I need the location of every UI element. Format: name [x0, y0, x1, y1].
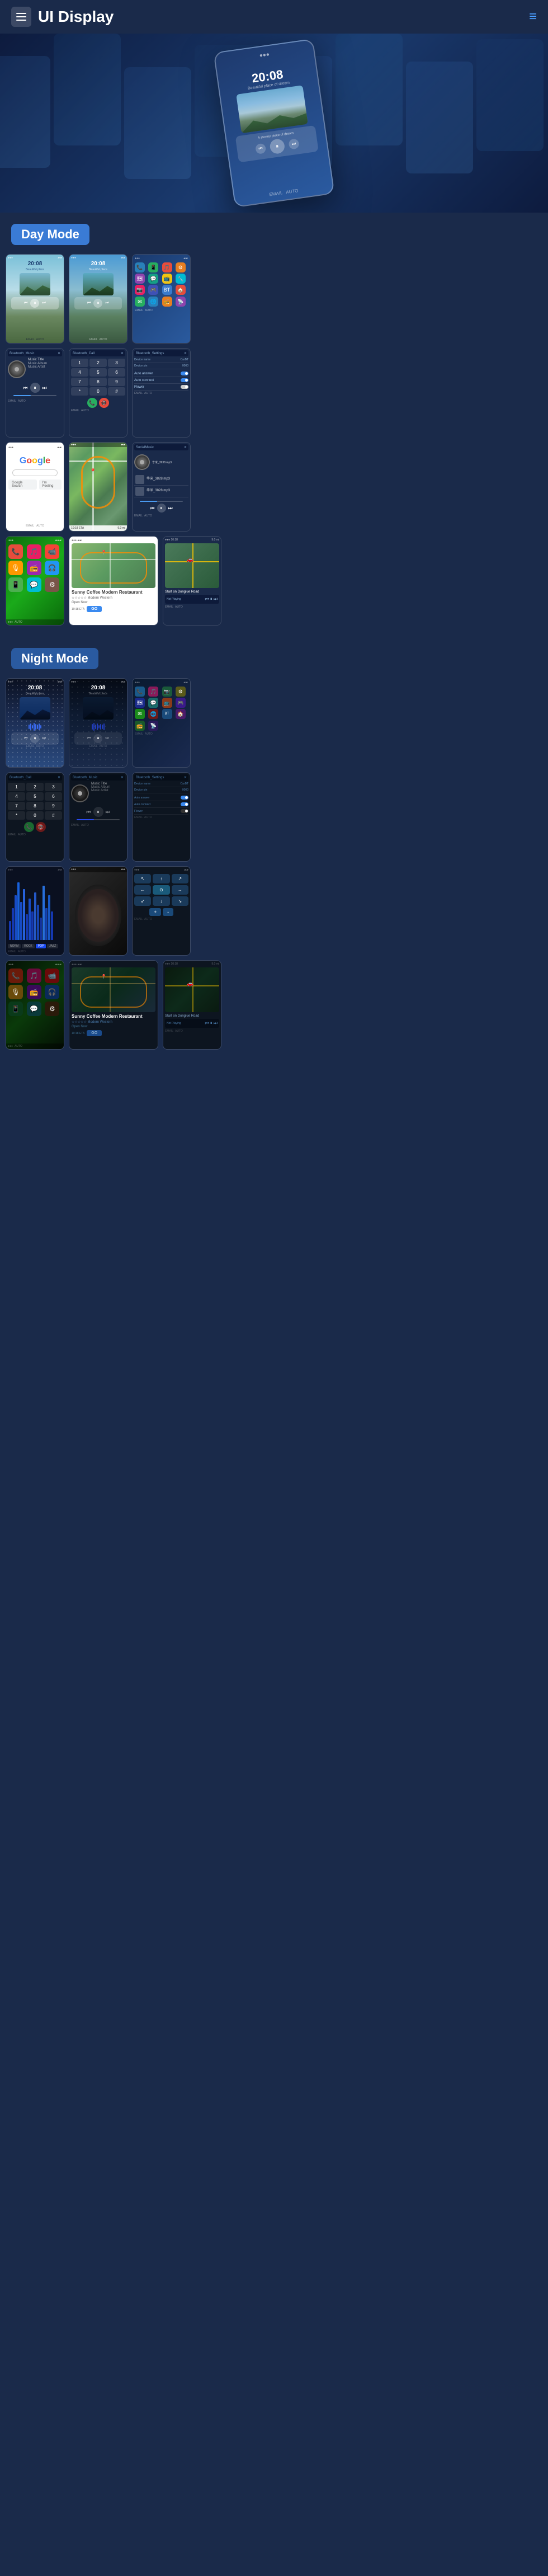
day-screenshots: ●●●▰▰ 20:08 Beautiful place ⏮ ⏸ ⏭ [0, 254, 548, 626]
night-music-screen-1: ●●●▰▰ 20:08 Beautiful place [6, 678, 64, 768]
screen2-time: 20:08 [91, 261, 106, 267]
night-auto-connect-toggle[interactable] [181, 802, 188, 806]
day-music-screen-1: ●●●▰▰ 20:08 Beautiful place ⏮ ⏸ ⏭ [6, 254, 64, 344]
day-bt-call-screen: Bluetooth_Call ✕ 123 456 789 *0# 📞 📵 [69, 348, 127, 438]
night-row-4: ●●●▰▰▰ 📞 🎵 📹 🎙 📻 🎧 📱 💬 [6, 960, 542, 1050]
day-social-music-screen: SocialMusic ✕ 华米_3938.mp3 华米_3828.mp3 [132, 442, 191, 532]
night-row-3: ●●●▰▰ [6, 866, 542, 956]
day-nav-screen: ●●● 10:189.0 mi 🚗 Start on Donglue Road [163, 536, 221, 626]
night-flower-toggle[interactable] [181, 809, 188, 813]
hero-section: ●●● 20:08 Beautiful place of dream A sto… [0, 34, 548, 213]
day-row-3: ●●●▰▰ Google Google Search I'm Feeling E… [6, 442, 542, 532]
header-left: UI Display [11, 7, 114, 27]
day-music-screen-2: ●●●▰▰ 20:08 Beautiful place ⏮ ⏸ ⏭ [69, 254, 127, 344]
page-footer [0, 1054, 548, 1077]
auto-connect-toggle[interactable] [181, 378, 188, 382]
google-logo: Google [20, 456, 50, 466]
day-bt-music-screen: Bluetooth_Music ✕ Music Title Music Albu… [6, 348, 64, 438]
day-ios-launcher: ●●●▰▰▰ 📞 🎵 📹 🎙 📻 🎧 📱 [6, 536, 64, 626]
day-row-4: ●●●▰▰▰ 📞 🎵 📹 🎙 📻 🎧 📱 [6, 536, 542, 626]
night-ios-launcher: ●●●▰▰▰ 📞 🎵 📹 🎙 📻 🎧 📱 💬 [6, 960, 64, 1050]
day-mode-section: Day Mode ●●●▰▰ 20:08 Beautiful place [0, 213, 548, 626]
night-row-1: ●●●▰▰ 20:08 Beautiful place [6, 678, 542, 768]
day-row-1: ●●●▰▰ 20:08 Beautiful place ⏮ ⏸ ⏭ [6, 254, 542, 344]
page-title: UI Display [38, 8, 114, 26]
night-photo-screen: ●●●▰▰ [69, 866, 127, 956]
night-auto-answer-toggle[interactable] [181, 796, 188, 800]
day-google-screen: ●●●▰▰ Google Google Search I'm Feeling E… [6, 442, 64, 532]
night-row-2: Bluetooth_Call ✕ 1 2 3 4 5 6 7 8 9 * [6, 772, 542, 862]
night-bt-music-screen: Bluetooth_Music ✕ Music Title Music Albu… [69, 772, 127, 862]
day-map-screen: 📍 ●●●▰▰ 10:18 ETA 9.0 mi [69, 442, 127, 532]
day-bt-settings-screen: Bluetooth_Settings ✕ Device name CarBT D… [132, 348, 191, 438]
screen1-time: 20:08 [28, 261, 42, 267]
menu-button[interactable] [11, 7, 31, 27]
night-mode-section: Night Mode ●●●▰▰ 20:08 Beautiful place [0, 637, 548, 1050]
night-bt-settings-screen: Bluetooth_Settings ✕ Device name CarBT D… [132, 772, 191, 862]
night-mode-label: Night Mode [11, 648, 98, 669]
day-row-2: Bluetooth_Music ✕ Music Title Music Albu… [6, 348, 542, 438]
flower-toggle[interactable] [181, 385, 188, 389]
day-mode-label: Day Mode [11, 224, 89, 245]
night-nav-controls-screen: ●●●▰▰ ↖ ↑ ↗ ← ⊙ → ↙ ↓ ↘ [132, 866, 191, 956]
day-poi-screen: ●●● ▰▰ 📍 Sunny Coffee Modern Restaurant … [69, 536, 158, 626]
night-poi-screen: ●●● ▰▰ 📍 Sunny Coffee Modern Restaurant … [69, 960, 158, 1050]
night-music-screen-2: ●●●▰▰ 20:08 Beautiful place [69, 678, 127, 768]
night-eq-screen: ●●●▰▰ [6, 866, 64, 956]
night-bt-call-screen: Bluetooth_Call ✕ 1 2 3 4 5 6 7 8 9 * [6, 772, 64, 862]
night-nav-screen: ●●● 10:189.0 mi 🚗 Start on Donglue Road … [163, 960, 221, 1050]
auto-answer-toggle[interactable] [181, 372, 188, 375]
night-screenshots: ●●●▰▰ 20:08 Beautiful place [0, 678, 548, 1050]
hero-phone: ●●● 20:08 Beautiful place of dream A sto… [224, 45, 324, 201]
night-go-button[interactable]: GO [87, 1030, 102, 1036]
day-app-grid-screen: ●●●▰▰ 📞 📱 🎵 ⚙ 🗺 💬 📺 🔧 📷 🎮 [132, 254, 191, 344]
hamburger-icon[interactable]: ≡ [529, 9, 537, 25]
go-button[interactable]: GO [87, 606, 102, 612]
night-app-grid-screen: ●●●▰▰ 📞 🎵 📷 ⚙ 🗺 💬 📺 🎮 ✉ 🌐 BT [132, 678, 191, 768]
app-header: UI Display ≡ [0, 0, 548, 34]
